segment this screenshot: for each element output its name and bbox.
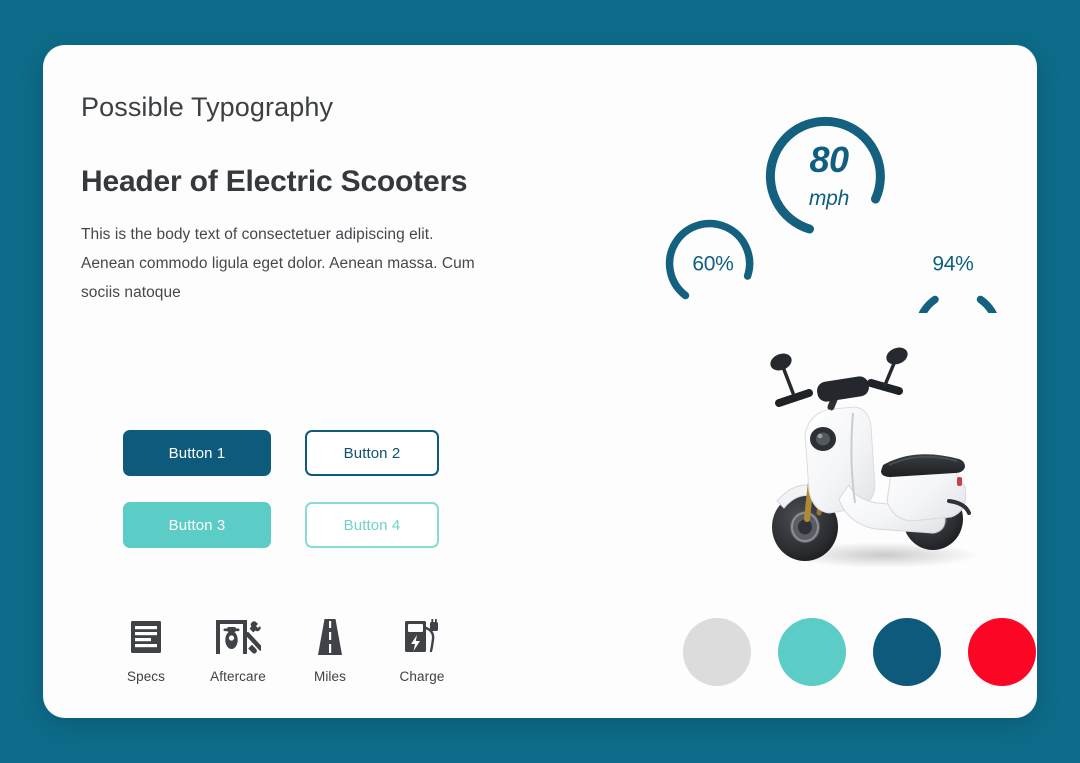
- gauge-unit: mph: [808, 187, 850, 210]
- charging-station-icon: [403, 615, 441, 659]
- swatch-teal[interactable]: [778, 618, 846, 686]
- document-lines-icon: [130, 615, 162, 659]
- button-1[interactable]: Button 1: [123, 430, 271, 476]
- gauge-value: 80: [809, 139, 849, 180]
- button-3[interactable]: Button 3: [123, 502, 271, 548]
- page-background: Possible Typography Header of Electric S…: [0, 0, 1080, 763]
- button-group: Button 1 Button 2 Button 3 Button 4: [123, 430, 439, 548]
- feature-label: Charge: [399, 669, 445, 684]
- feature-label: Specs: [126, 669, 166, 684]
- gauge-group: 60% 80 mph 94%: [625, 107, 1025, 377]
- gauge-value: 94%: [932, 252, 974, 276]
- capacity-gauge: 94%: [905, 217, 1002, 377]
- typography-block: Possible Typography Header of Electric S…: [81, 92, 551, 307]
- road-icon: [315, 615, 345, 659]
- feature-charge[interactable]: Charge: [397, 615, 447, 684]
- swatch-gray[interactable]: [683, 618, 751, 686]
- color-swatch-row: [683, 618, 1036, 686]
- scooter-garage-wrench-icon: [215, 615, 261, 659]
- scooter-product-image: [743, 341, 1023, 581]
- swatch-red[interactable]: [968, 618, 1036, 686]
- battery-gauge: 60%: [665, 217, 761, 313]
- body-text: This is the body text of consectetuer ad…: [81, 226, 475, 301]
- page-title: Header of Electric Scooters: [81, 164, 468, 198]
- button-4[interactable]: Button 4: [305, 502, 439, 548]
- feature-aftercare[interactable]: Aftercare: [210, 615, 266, 684]
- content-card: Possible Typography Header of Electric S…: [43, 45, 1037, 718]
- swatch-dark-blue[interactable]: [873, 618, 941, 686]
- feature-specs[interactable]: Specs: [121, 615, 171, 684]
- feature-label: Aftercare: [210, 669, 266, 684]
- eyebrow-text: Possible Typography: [81, 92, 334, 122]
- feature-miles[interactable]: Miles: [305, 615, 355, 684]
- feature-icon-row: Specs Aftercare Miles Charge: [121, 615, 447, 684]
- button-2[interactable]: Button 2: [305, 430, 439, 476]
- speed-gauge: 80 mph: [765, 115, 893, 243]
- gauge-value: 60%: [692, 252, 734, 276]
- feature-label: Miles: [313, 669, 346, 684]
